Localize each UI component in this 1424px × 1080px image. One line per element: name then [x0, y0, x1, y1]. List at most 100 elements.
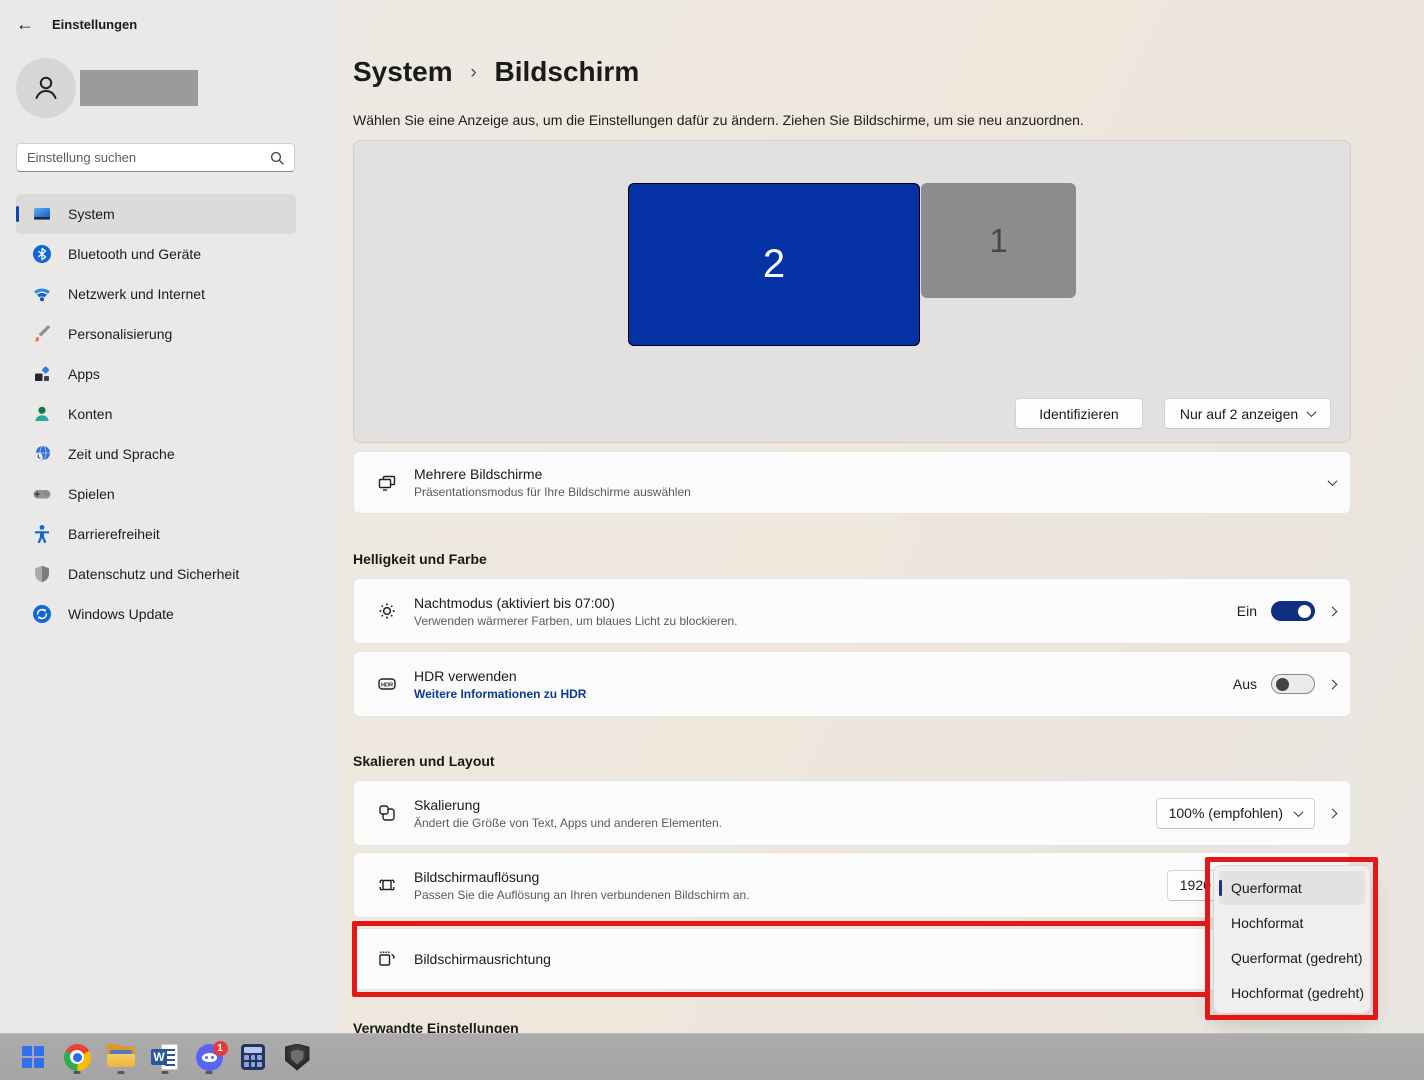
search-placeholder: Einstellung suchen [27, 150, 137, 165]
toggle-state-label: Ein [1236, 603, 1257, 619]
search-input[interactable]: Einstellung suchen [16, 143, 295, 172]
sidebar-item-apps[interactable]: Apps [16, 354, 296, 394]
show-only-label: Nur auf 2 anzeigen [1179, 405, 1299, 422]
user-name-redacted [80, 70, 198, 106]
monitor-2[interactable]: 2 [628, 183, 920, 346]
sidebar-item-label: System [68, 206, 115, 222]
word-icon: W [151, 1044, 179, 1070]
scaling-dropdown[interactable]: 100% (empfohlen) [1155, 797, 1315, 829]
sidebar-item-windows-update[interactable]: Windows Update [16, 594, 296, 634]
multiple-displays-row[interactable]: Mehrere Bildschirme Präsentationsmodus f… [353, 451, 1351, 514]
hdr-row[interactable]: HDR HDR verwenden Weitere Informationen … [353, 651, 1351, 717]
apps-icon [32, 364, 52, 384]
sidebar-nav: System Bluetooth und Geräte Netzwerk und… [16, 194, 296, 634]
row-title: Bildschirmauflösung [414, 868, 540, 885]
discord-icon: 1 [195, 1040, 228, 1071]
menu-item-querformat-gedreht[interactable]: Querformat (gedreht) [1219, 941, 1365, 975]
display-arrangement-panel: 2 1 Identifizieren Nur auf 2 anzeigen [353, 140, 1351, 443]
sidebar-item-accounts[interactable]: Konten [16, 394, 296, 434]
night-light-icon [377, 601, 397, 621]
calculator-icon [241, 1044, 265, 1070]
running-indicator [117, 1071, 125, 1074]
back-arrow-icon[interactable]: ← [16, 13, 34, 35]
row-subtitle: Verwenden wärmerer Farben, um blaues Lic… [414, 613, 738, 628]
taskbar: W 1 [0, 1033, 1424, 1080]
hdr-toggle[interactable] [1271, 674, 1315, 694]
sidebar-item-label: Zeit und Sprache [68, 446, 175, 462]
scaling-row[interactable]: Skalierung Ändert die Größe von Text, Ap… [353, 780, 1351, 846]
breadcrumb: System › Bildschirm [353, 56, 639, 88]
world-of-tanks-icon [284, 1043, 310, 1071]
taskbar-file-explorer[interactable] [107, 1040, 135, 1074]
window-title: Einstellungen [52, 17, 138, 32]
sidebar-item-label: Bluetooth und Geräte [68, 246, 202, 262]
personalization-icon [32, 324, 52, 344]
chevron-down-icon[interactable] [1327, 476, 1338, 487]
section-scale-layout: Skalieren und Layout [353, 753, 495, 769]
sidebar-item-time-language[interactable]: Zeit und Sprache [16, 434, 296, 474]
sidebar-item-network[interactable]: Netzwerk und Internet [16, 274, 296, 314]
section-brightness: Helligkeit und Farbe [353, 551, 487, 567]
chevron-right-icon[interactable] [1327, 679, 1338, 689]
multiple-displays-icon [377, 473, 397, 493]
show-only-dropdown[interactable]: Nur auf 2 anzeigen [1164, 398, 1331, 429]
sidebar-item-gaming[interactable]: Spielen [16, 474, 296, 514]
gaming-icon [32, 484, 52, 504]
taskbar-calculator[interactable] [239, 1040, 267, 1074]
breadcrumb-parent[interactable]: System [353, 56, 453, 87]
windows-update-icon [32, 604, 52, 624]
menu-item-label: Hochformat [1231, 915, 1304, 931]
sidebar-item-bluetooth[interactable]: Bluetooth und Geräte [16, 234, 296, 274]
chrome-icon [63, 1043, 91, 1071]
hdr-info-link[interactable]: Weitere Informationen zu HDR [414, 687, 586, 701]
file-explorer-icon [107, 1044, 135, 1068]
row-title: HDR verwenden [414, 667, 517, 684]
person-icon [35, 76, 57, 99]
menu-item-hochformat[interactable]: Hochformat [1219, 906, 1365, 940]
monitor-1[interactable]: 1 [921, 183, 1076, 298]
start-button[interactable] [19, 1040, 47, 1074]
bluetooth-icon [32, 244, 52, 264]
toggle-knob [1276, 677, 1289, 691]
breadcrumb-separator-icon: › [470, 62, 477, 83]
time-language-icon [32, 444, 52, 464]
avatar[interactable] [16, 58, 76, 118]
chevron-right-icon[interactable] [1327, 808, 1338, 818]
system-icon [32, 204, 52, 224]
sidebar-item-label: Spielen [68, 486, 115, 502]
sidebar-item-label: Windows Update [68, 606, 174, 622]
identify-button[interactable]: Identifizieren [1015, 398, 1143, 429]
chevron-right-icon[interactable] [1327, 606, 1338, 616]
toggle-knob [1298, 604, 1311, 618]
taskbar-discord[interactable]: 1 [195, 1040, 228, 1074]
settings-window: ← Einstellungen Einstellung suchen Syste… [0, 0, 1424, 1080]
orientation-menu: Querformat Hochformat Querformat (gedreh… [1213, 865, 1371, 1014]
sidebar-item-privacy[interactable]: Datenschutz und Sicherheit [16, 554, 296, 594]
sidebar-item-accessibility[interactable]: Barrierefreiheit [16, 514, 296, 554]
privacy-shield-icon [32, 564, 52, 584]
sidebar-item-personalization[interactable]: Personalisierung [16, 314, 296, 354]
night-light-toggle[interactable] [1271, 601, 1315, 621]
night-light-row[interactable]: Nachtmodus (aktiviert bis 07:00) Verwend… [353, 578, 1351, 644]
sidebar-item-system[interactable]: System [16, 194, 296, 234]
resolution-icon [377, 875, 397, 895]
taskbar-world-of-tanks[interactable] [283, 1040, 311, 1074]
row-subtitle: Ändert die Größe von Text, Apps und ande… [414, 815, 722, 830]
menu-item-querformat[interactable]: Querformat [1219, 871, 1365, 905]
row-title: Mehrere Bildschirme [414, 466, 543, 482]
page-title: Bildschirm [494, 56, 640, 87]
resolution-row[interactable]: Bildschirmauflösung Passen Sie die Auflö… [353, 852, 1351, 918]
network-icon [32, 284, 52, 304]
taskbar-chrome[interactable] [63, 1040, 91, 1074]
windows-logo-icon [22, 1046, 44, 1068]
menu-item-hochformat-gedreht[interactable]: Hochformat (gedreht) [1219, 976, 1365, 1010]
hdr-icon: HDR [377, 674, 397, 694]
orientation-row[interactable]: Bildschirmausrichtung [353, 928, 1351, 990]
row-title: Bildschirmausrichtung [414, 951, 551, 967]
scaling-dropdown-value: 100% (empfohlen) [1168, 805, 1283, 821]
accounts-icon [32, 404, 52, 424]
taskbar-word[interactable]: W [151, 1040, 179, 1074]
orientation-icon [377, 949, 397, 969]
menu-item-label: Querformat (gedreht) [1231, 950, 1363, 966]
sidebar-item-label: Netzwerk und Internet [68, 286, 205, 302]
